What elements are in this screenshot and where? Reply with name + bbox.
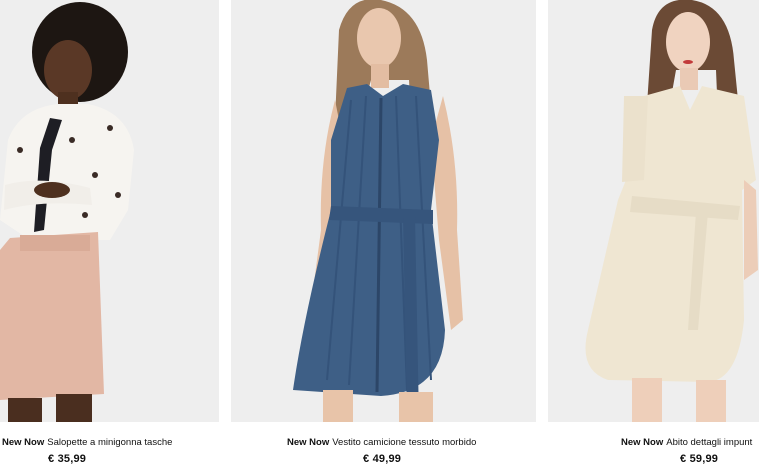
product-card-salopette[interactable]: New Now Salopette a minigonna tasche € 35…	[0, 0, 220, 465]
product-title[interactable]: New Now Abito dettagli impunt	[621, 437, 752, 448]
product-image[interactable]	[231, 0, 536, 422]
new-now-tag: New Now	[621, 437, 664, 448]
product-price: € 59,99	[680, 453, 719, 465]
new-now-tag: New Now	[2, 437, 45, 448]
product-name: Abito dettagli impunt	[666, 437, 753, 448]
product-title[interactable]: New Now Salopette a minigonna tasche	[2, 437, 172, 448]
new-now-tag: New Now	[287, 437, 330, 448]
product-card-abito-dettagli[interactable]: New Now Abito dettagli impunt € 59,99	[548, 0, 759, 465]
product-name: Salopette a minigonna tasche	[47, 437, 173, 448]
product-image[interactable]	[0, 0, 219, 422]
product-card-vestito-camicione[interactable]: New Now Vestito camicione tessuto morbido…	[231, 0, 536, 465]
product-price: € 49,99	[363, 453, 402, 465]
product-image[interactable]	[548, 0, 759, 422]
product-price: € 35,99	[48, 453, 87, 465]
product-title[interactable]: New Now Vestito camicione tessuto morbido	[287, 437, 476, 448]
product-name: Vestito camicione tessuto morbido	[332, 437, 477, 448]
